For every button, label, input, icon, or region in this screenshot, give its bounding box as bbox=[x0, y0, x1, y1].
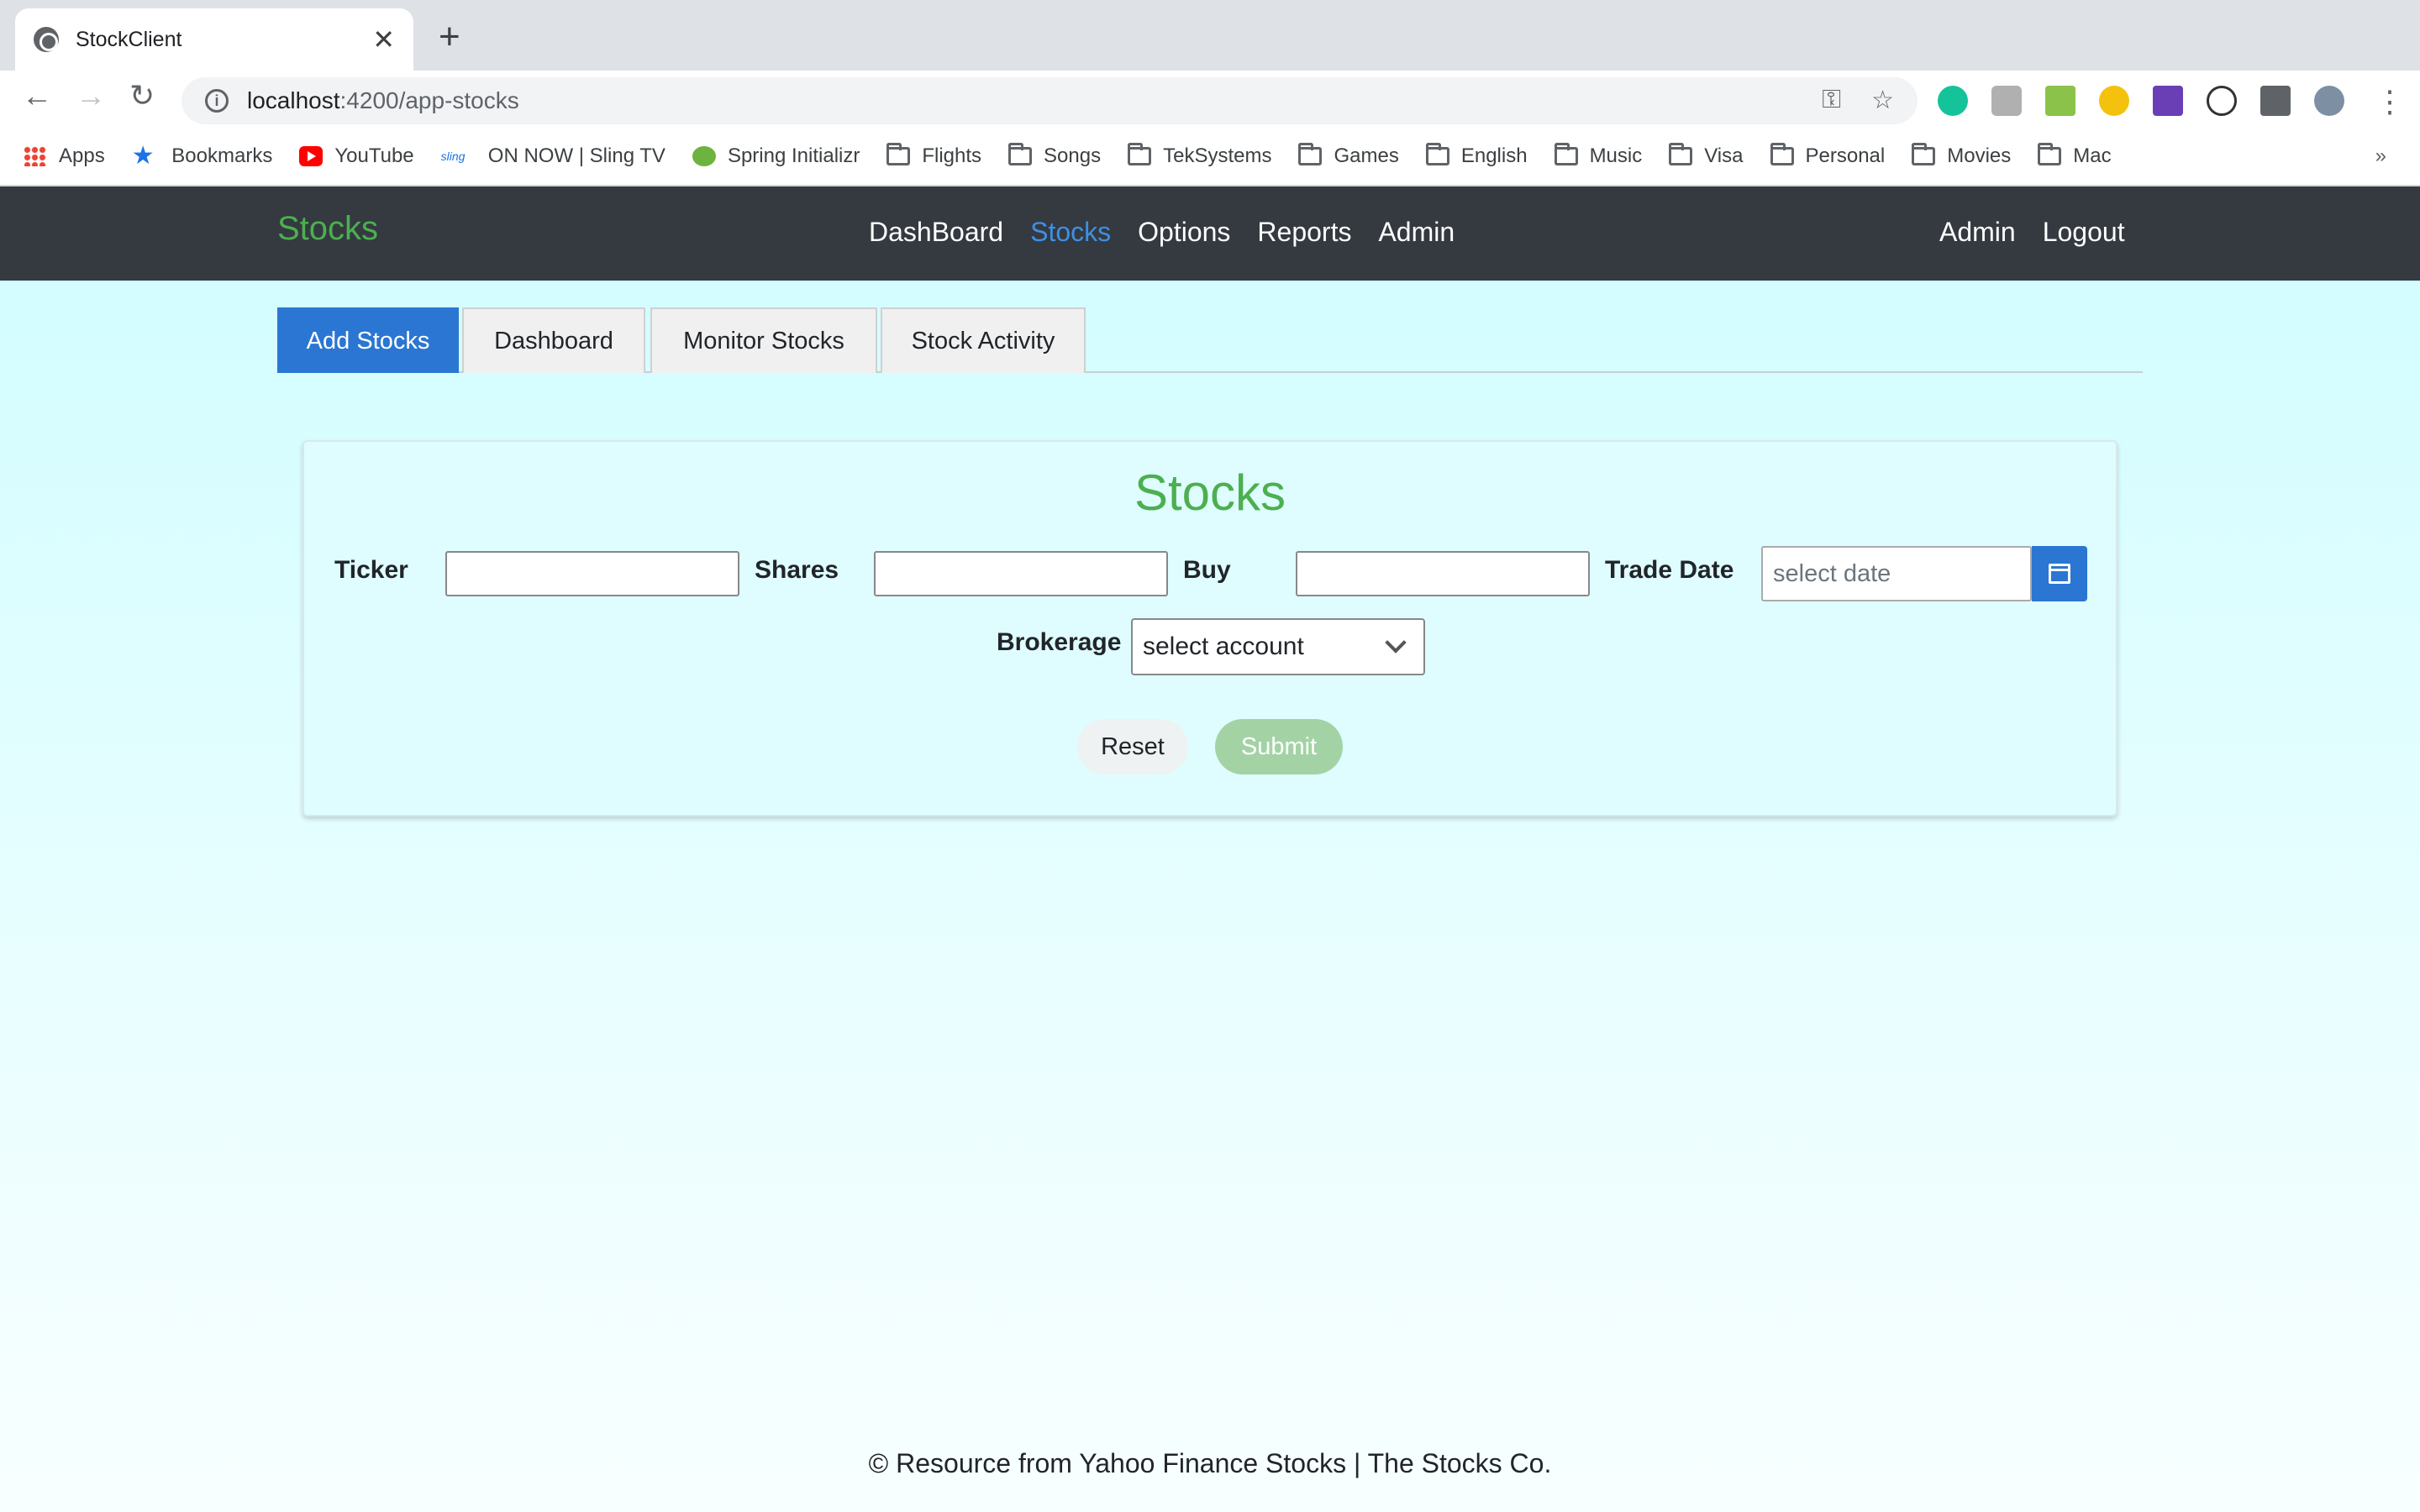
site-info-icon[interactable]: i bbox=[205, 89, 229, 113]
bookmark-folder-teksystems[interactable]: TekSystems bbox=[1128, 143, 1271, 168]
folder-icon bbox=[1298, 143, 1323, 165]
trade-date-label: Trade Date bbox=[1605, 556, 1734, 584]
folder-icon bbox=[1912, 143, 1936, 165]
browser-tab-strip: StockClient ✕ + bbox=[0, 0, 2420, 71]
reload-icon[interactable]: ↻ bbox=[129, 81, 155, 111]
more-bookmarks-icon[interactable]: » bbox=[2375, 144, 2386, 168]
nav-stocks[interactable]: Stocks bbox=[1030, 217, 1111, 248]
tab-stock-activity[interactable]: Stock Activity bbox=[881, 307, 1086, 373]
user-nav: Admin Logout bbox=[1939, 217, 2125, 248]
stock-tabs: Add Stocks Dashboard Monitor Stocks Stoc… bbox=[277, 307, 2143, 373]
bookmark-folder-games[interactable]: Games bbox=[1298, 143, 1399, 168]
folder-icon bbox=[1008, 143, 1033, 165]
add-stock-form-card: Stocks Ticker Shares Buy Trade Date sele… bbox=[302, 440, 2118, 816]
grammarly-extension-icon[interactable] bbox=[1938, 86, 1968, 116]
buy-label: Buy bbox=[1183, 556, 1231, 584]
extension-icon[interactable] bbox=[1991, 86, 2022, 116]
nav-options[interactable]: Options bbox=[1138, 217, 1230, 248]
folder-icon bbox=[1554, 143, 1578, 165]
browser-tab[interactable]: StockClient ✕ bbox=[15, 8, 413, 71]
brokerage-selected-value: select account bbox=[1143, 633, 1304, 660]
bookmarks-bar: Apps ★ Bookmarks YouTube sling ON NOW | … bbox=[0, 128, 2420, 186]
profile-avatar[interactable] bbox=[2314, 86, 2344, 116]
reset-button[interactable]: Reset bbox=[1077, 719, 1188, 774]
folder-icon bbox=[1770, 143, 1794, 165]
ghost-extension-icon[interactable] bbox=[2207, 86, 2237, 116]
bookmark-folder-songs[interactable]: Songs bbox=[1008, 143, 1101, 168]
url-path: :4200/app-stocks bbox=[339, 87, 519, 113]
ticker-label: Ticker bbox=[334, 556, 408, 584]
folder-icon bbox=[886, 143, 911, 165]
shares-label: Shares bbox=[755, 556, 839, 584]
form-title: Stocks bbox=[1134, 465, 1286, 521]
nav-admin[interactable]: Admin bbox=[1378, 217, 1455, 248]
brokerage-select[interactable]: select account bbox=[1131, 618, 1425, 675]
close-tab-icon[interactable]: ✕ bbox=[372, 24, 395, 55]
key-icon[interactable]: ⚿ bbox=[1822, 86, 1841, 115]
folder-icon bbox=[1669, 143, 1693, 165]
sheets-extension-icon[interactable] bbox=[2045, 86, 2075, 116]
url-host: localhost bbox=[247, 87, 340, 113]
dark-mode-extension-icon[interactable] bbox=[2099, 86, 2129, 116]
new-tab-icon[interactable]: + bbox=[439, 18, 460, 55]
bookmark-star-icon[interactable]: ☆ bbox=[1871, 86, 1894, 115]
shares-input[interactable] bbox=[874, 551, 1168, 596]
footer-text: © Resource from Yahoo Finance Stocks | T… bbox=[868, 1448, 1552, 1478]
bookmark-bookmarks[interactable]: ★ Bookmarks bbox=[132, 144, 273, 169]
address-bar[interactable]: i localhost :4200/app-stocks ⚿ ☆ bbox=[182, 77, 1918, 124]
folder-icon bbox=[1128, 143, 1152, 165]
nav-logout[interactable]: Logout bbox=[2043, 217, 2125, 248]
nav-dashboard[interactable]: DashBoard bbox=[869, 217, 1003, 248]
tab-monitor-stocks[interactable]: Monitor Stocks bbox=[650, 307, 877, 373]
bookmark-folder-music[interactable]: Music bbox=[1554, 143, 1642, 168]
browser-menu-icon[interactable]: ⋮ bbox=[2375, 84, 2405, 119]
browser-tab-title: StockClient bbox=[76, 27, 182, 51]
calendar-button[interactable] bbox=[2032, 546, 2087, 601]
nav-reports[interactable]: Reports bbox=[1257, 217, 1351, 248]
tab-dashboard[interactable]: Dashboard bbox=[462, 307, 645, 373]
submit-button[interactable]: Submit bbox=[1215, 719, 1343, 774]
puzzle-extensions-icon[interactable] bbox=[2260, 86, 2291, 116]
brand-logo[interactable]: Stocks bbox=[277, 210, 378, 248]
calendar-icon bbox=[2049, 564, 2070, 584]
bookmark-spring[interactable]: Spring Initializr bbox=[692, 144, 860, 168]
sling-icon: sling bbox=[440, 150, 466, 163]
bookmark-folder-english[interactable]: English bbox=[1425, 143, 1528, 168]
back-icon[interactable]: ← bbox=[22, 81, 52, 111]
apps-grid-icon bbox=[24, 146, 47, 166]
bookmark-apps[interactable]: Apps bbox=[24, 144, 105, 168]
brokerage-label: Brokerage bbox=[997, 628, 1122, 656]
main-nav: DashBoard Stocks Options Reports Admin bbox=[869, 217, 1455, 248]
p-extension-icon[interactable] bbox=[2153, 86, 2183, 116]
youtube-icon bbox=[299, 146, 324, 166]
bookmark-folder-visa[interactable]: Visa bbox=[1669, 143, 1744, 168]
bookmark-youtube[interactable]: YouTube bbox=[299, 144, 414, 168]
globe-icon bbox=[34, 27, 59, 52]
bookmark-folder-movies[interactable]: Movies bbox=[1912, 143, 2011, 168]
star-icon: ★ bbox=[131, 142, 155, 170]
app-navbar: Stocks DashBoard Stocks Options Reports … bbox=[0, 186, 2420, 281]
folder-icon bbox=[2038, 143, 2062, 165]
nav-user-admin[interactable]: Admin bbox=[1939, 217, 2016, 248]
forward-icon[interactable]: → bbox=[76, 81, 106, 111]
bookmark-folder-flights[interactable]: Flights bbox=[886, 143, 981, 168]
trade-date-input[interactable]: select date bbox=[1761, 546, 2032, 601]
buy-input[interactable] bbox=[1296, 551, 1590, 596]
bookmark-folder-mac[interactable]: Mac bbox=[2038, 143, 2112, 168]
folder-icon bbox=[1425, 143, 1449, 165]
tab-add-stocks[interactable]: Add Stocks bbox=[277, 307, 459, 373]
page-content: Add Stocks Dashboard Monitor Stocks Stoc… bbox=[0, 281, 2420, 1512]
bookmark-sling[interactable]: sling ON NOW | Sling TV bbox=[441, 144, 666, 168]
bookmark-folder-personal[interactable]: Personal bbox=[1770, 143, 1885, 168]
chevron-down-icon bbox=[1385, 632, 1407, 654]
ticker-input[interactable] bbox=[445, 551, 739, 596]
spring-icon bbox=[692, 146, 716, 166]
